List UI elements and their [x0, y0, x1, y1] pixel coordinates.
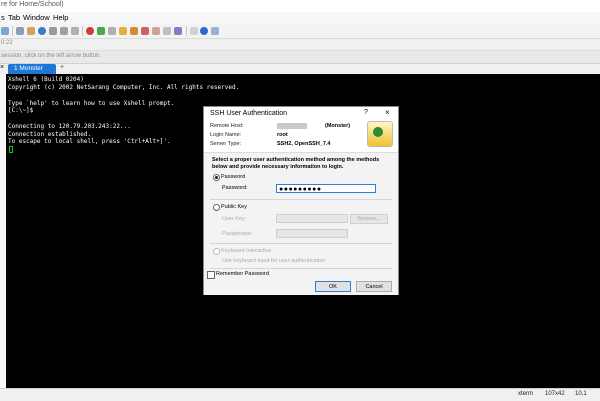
public-key-radio-label[interactable]: Public Key: [221, 204, 247, 210]
tab-label: 1 Monster: [14, 65, 43, 72]
password-radio[interactable]: [213, 174, 220, 181]
ssh-auth-dialog: SSH User Authentication ? × Remote Host:…: [203, 106, 399, 295]
font-icon[interactable]: [27, 27, 35, 35]
password-label: Password:: [222, 185, 248, 191]
add-tab-icon[interactable]: +: [60, 64, 64, 71]
keyboard-interactive-label[interactable]: Keyboard Interactive: [221, 248, 271, 254]
ok-button[interactable]: OK: [315, 281, 351, 292]
script-icon[interactable]: [108, 27, 116, 35]
instructions: Select a proper user authentication meth…: [212, 157, 380, 170]
session-hint-text: session, click on the left arrow button.: [1, 53, 102, 59]
keyboard-interactive-hint: Use keyboard input for user authenticati…: [222, 258, 326, 264]
terminal-line: [C:\~]$: [8, 107, 34, 114]
address-text: 0:22: [1, 40, 13, 46]
remember-password-label[interactable]: Remember Password: [216, 271, 269, 277]
toolbar-separator: [186, 26, 187, 36]
status-term: xterm: [518, 391, 533, 397]
remote-host-redacted: [277, 123, 307, 129]
keyboard-interactive-radio[interactable]: [213, 248, 220, 255]
dialog-body: Select a proper user authentication meth…: [204, 152, 398, 295]
monitor-icon[interactable]: [211, 27, 219, 35]
divider: [210, 243, 392, 244]
server-type-value: SSH2, OpenSSH_7.4: [277, 141, 331, 147]
terminal-line: Xshell 6 (Build 0204): [8, 76, 84, 83]
layout-icon[interactable]: [163, 27, 171, 35]
lock-icon[interactable]: [71, 27, 79, 35]
menu-item-window[interactable]: Window: [23, 13, 50, 22]
dropdown-icon[interactable]: [49, 27, 57, 35]
user-key-icon: [367, 121, 393, 147]
user-key-label: User Key:: [222, 216, 247, 222]
globe-icon[interactable]: [38, 27, 46, 35]
passphrase-field[interactable]: [276, 229, 348, 238]
toolbar-separator: [12, 26, 13, 36]
menu-item-tools[interactable]: s: [1, 13, 5, 22]
status-size: 107x42: [545, 391, 565, 397]
help-icon[interactable]: ?: [364, 109, 368, 116]
tab-bar: × 1 Monster +: [0, 64, 600, 74]
close-icon[interactable]: ×: [0, 64, 4, 71]
password-radio-label[interactable]: Password: [221, 174, 245, 180]
toolbar-icon-1[interactable]: [1, 27, 9, 35]
divider: [210, 199, 392, 200]
menu-bar: s Tab Window Help: [0, 12, 600, 24]
session-hint-bar: session, click on the left arrow button.: [0, 51, 600, 64]
terminal-cursor: [9, 146, 13, 153]
menu-item-tab[interactable]: Tab: [8, 13, 20, 22]
highlight-icon[interactable]: [130, 27, 138, 35]
cancel-button[interactable]: Cancel: [356, 281, 392, 292]
terminal-line: To escape to local shell, press 'Ctrl+Al…: [8, 138, 171, 145]
terminal-line: Connecting to 120.79.203.243:22...: [8, 123, 131, 130]
key-icon[interactable]: [119, 27, 127, 35]
user-key-select[interactable]: [276, 214, 348, 223]
browse-button[interactable]: Browse...: [350, 214, 388, 224]
toolbar: [0, 24, 600, 39]
menu-item-help[interactable]: Help: [53, 13, 68, 22]
app-titlebar: re for Home/School): [0, 0, 600, 12]
dropdown-icon[interactable]: [190, 27, 198, 35]
dialog-title: SSH User Authentication: [210, 110, 288, 117]
search-icon[interactable]: [16, 27, 24, 35]
terminal-line: Connection established.: [8, 131, 92, 138]
remember-password-checkbox[interactable]: [207, 271, 215, 279]
options-icon[interactable]: [174, 27, 182, 35]
server-type-label: Server Type:: [210, 141, 242, 147]
remote-host-label: Remote Host:: [210, 123, 244, 129]
divider: [210, 268, 392, 269]
transfer-icon[interactable]: [97, 27, 105, 35]
fullscreen-icon[interactable]: [60, 27, 68, 35]
toolbar-separator: [82, 26, 83, 36]
status-bar: xterm 107x42 10,1: [0, 388, 600, 401]
window-title: re for Home/School): [1, 1, 64, 8]
status-pos: 10,1: [575, 391, 587, 397]
record-icon[interactable]: [152, 27, 160, 35]
terminal-line: Type `help' to learn how to use Xshell p…: [8, 100, 175, 107]
passphrase-label: Passphrase:: [222, 231, 253, 237]
help-icon[interactable]: [200, 27, 208, 35]
xftp-icon[interactable]: [86, 27, 94, 35]
password-field[interactable]: ●●●●●●●●●: [276, 184, 376, 193]
remote-host-value: (Monster): [325, 123, 351, 129]
login-name-value: root: [277, 132, 288, 138]
login-name-label: Login Name:: [210, 132, 242, 138]
address-bar[interactable]: 0:22: [0, 39, 600, 51]
compose-icon[interactable]: [141, 27, 149, 35]
public-key-radio[interactable]: [213, 204, 220, 211]
close-icon[interactable]: ×: [385, 108, 390, 117]
tab-monster[interactable]: 1 Monster: [8, 64, 56, 74]
terminal-line: Copyright (c) 2002 NetSarang Computer, I…: [8, 84, 240, 91]
